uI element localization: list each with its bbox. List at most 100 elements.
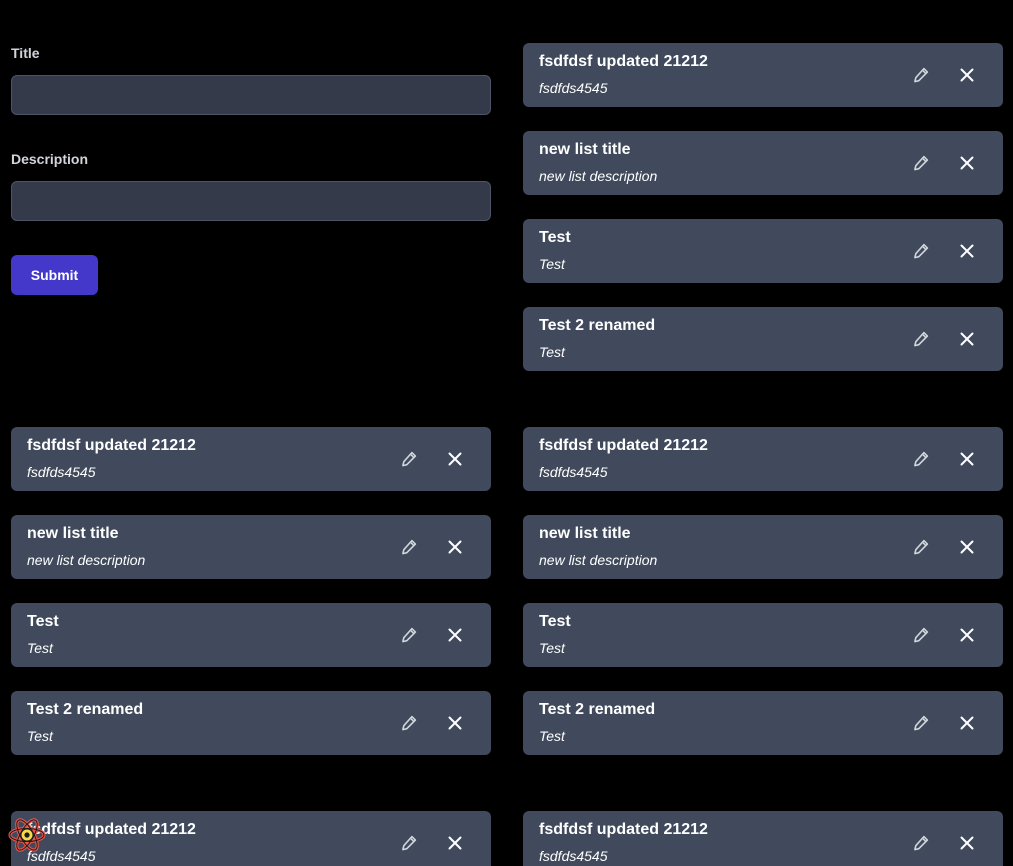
delete-button[interactable]: [955, 447, 979, 471]
list-item-title: new list title: [539, 525, 631, 542]
edit-button[interactable]: [397, 711, 421, 735]
close-icon: [959, 539, 975, 555]
list-item-description: Test: [539, 344, 565, 360]
delete-button[interactable]: [443, 623, 467, 647]
list-item-description: new list description: [539, 168, 658, 184]
title-label: Title: [11, 45, 40, 61]
close-icon: [447, 715, 463, 731]
pencil-icon: [913, 331, 929, 347]
list-item-title: new list title: [539, 141, 631, 158]
edit-button[interactable]: [909, 831, 933, 855]
list-item: fsdfdsf updated 21212 fsdfds4545: [523, 427, 1003, 491]
list-item: new list title new list description: [11, 515, 491, 579]
pencil-icon: [401, 539, 417, 555]
edit-button[interactable]: [909, 623, 933, 647]
list-item-title: new list title: [27, 525, 119, 542]
list-item-description: fsdfds4545: [539, 80, 608, 96]
list-item-description: new list description: [27, 552, 146, 568]
list-item-description: fsdfds4545: [27, 464, 96, 480]
submit-button[interactable]: Submit: [11, 255, 98, 295]
edit-button[interactable]: [397, 535, 421, 559]
list-item-description: Test: [539, 640, 565, 656]
close-icon: [447, 835, 463, 851]
edit-button[interactable]: [909, 711, 933, 735]
pencil-icon: [913, 451, 929, 467]
close-icon: [959, 835, 975, 851]
list-item-title: Test 2 renamed: [27, 701, 144, 718]
list-item-description: Test: [539, 728, 565, 744]
list-item-description: fsdfds4545: [539, 464, 608, 480]
edit-button[interactable]: [397, 831, 421, 855]
list-item: new list title new list description: [523, 131, 1003, 195]
close-icon: [959, 331, 975, 347]
list-item-title: fsdfdsf updated 21212: [27, 437, 196, 454]
delete-button[interactable]: [955, 711, 979, 735]
pencil-icon: [913, 539, 929, 555]
edit-button[interactable]: [909, 447, 933, 471]
list-item-title: Test: [539, 613, 571, 630]
delete-button[interactable]: [955, 623, 979, 647]
list-item: Test 2 renamed Test: [11, 691, 491, 755]
list-item-description: new list description: [539, 552, 658, 568]
list-item-description: fsdfds4545: [539, 848, 608, 864]
close-icon: [959, 451, 975, 467]
pencil-icon: [401, 835, 417, 851]
pencil-icon: [401, 627, 417, 643]
delete-button[interactable]: [443, 447, 467, 471]
list-item-title: Test: [27, 613, 59, 630]
edit-button[interactable]: [909, 327, 933, 351]
close-icon: [447, 451, 463, 467]
page: Title Description Submit fsdfdsf updated…: [0, 0, 1013, 866]
edit-button[interactable]: [909, 535, 933, 559]
delete-button[interactable]: [955, 831, 979, 855]
edit-button[interactable]: [909, 63, 933, 87]
edit-button[interactable]: [397, 447, 421, 471]
delete-button[interactable]: [443, 535, 467, 559]
description-label: Description: [11, 151, 89, 167]
list-item-title: Test: [539, 229, 571, 246]
close-icon: [959, 243, 975, 259]
list-item-title: fsdfdsf updated 21212: [539, 821, 708, 838]
list-item: fsdfdsf updated 21212 fsdfds4545: [523, 811, 1003, 866]
pencil-icon: [913, 627, 929, 643]
pencil-icon: [913, 243, 929, 259]
edit-button[interactable]: [909, 151, 933, 175]
list-item: Test Test: [523, 603, 1003, 667]
edit-button[interactable]: [397, 623, 421, 647]
list-item-title: fsdfdsf updated 21212: [539, 53, 708, 70]
delete-button[interactable]: [955, 239, 979, 263]
react-devtools-logo-icon[interactable]: [7, 815, 47, 855]
pencil-icon: [913, 835, 929, 851]
list-item: Test Test: [523, 219, 1003, 283]
list-item: Test Test: [11, 603, 491, 667]
description-input[interactable]: [11, 181, 491, 221]
list-item: fsdfdsf updated 21212 fsdfds4545: [523, 43, 1003, 107]
close-icon: [959, 627, 975, 643]
close-icon: [447, 627, 463, 643]
list-item-title: Test 2 renamed: [539, 701, 656, 718]
close-icon: [447, 539, 463, 555]
pencil-icon: [913, 715, 929, 731]
delete-button[interactable]: [443, 831, 467, 855]
delete-button[interactable]: [443, 711, 467, 735]
pencil-icon: [913, 155, 929, 171]
close-icon: [959, 67, 975, 83]
list-item: Test 2 renamed Test: [523, 691, 1003, 755]
list-item-description: Test: [27, 728, 53, 744]
list-item-title: Test 2 renamed: [539, 317, 656, 334]
edit-button[interactable]: [909, 239, 933, 263]
list-item-description: Test: [539, 256, 565, 272]
delete-button[interactable]: [955, 327, 979, 351]
delete-button[interactable]: [955, 151, 979, 175]
title-input[interactable]: [11, 75, 491, 115]
list-item: fsdfdsf updated 21212 fsdfds4545: [11, 427, 491, 491]
list-item: fsdfdsf updated 21212 fsdfds4545: [11, 811, 491, 866]
list-item: new list title new list description: [523, 515, 1003, 579]
list-item-title: fsdfdsf updated 21212: [539, 437, 708, 454]
delete-button[interactable]: [955, 63, 979, 87]
list-item: Test 2 renamed Test: [523, 307, 1003, 371]
pencil-icon: [401, 715, 417, 731]
close-icon: [959, 715, 975, 731]
pencil-icon: [913, 67, 929, 83]
delete-button[interactable]: [955, 535, 979, 559]
